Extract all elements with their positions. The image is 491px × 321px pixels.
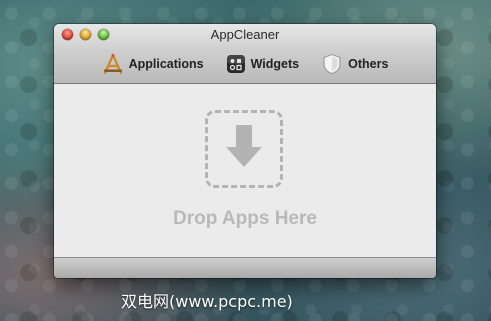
others-button[interactable]: Others — [321, 53, 388, 75]
widgets-label: Widgets — [250, 57, 300, 71]
toolbar: Applications Widgets Others — [54, 48, 436, 80]
status-bar — [54, 257, 436, 278]
window-title: AppCleaner — [210, 27, 280, 42]
title-bar[interactable]: AppCleaner Applications Widgets Others — [54, 24, 436, 84]
applications-label: Applications — [128, 57, 204, 71]
widgets-button[interactable]: Widgets — [226, 54, 300, 74]
drop-target-box[interactable] — [205, 110, 283, 188]
applications-icon — [102, 53, 124, 75]
drop-hint-text: Drop Apps Here — [173, 208, 317, 229]
applications-button[interactable]: Applications — [102, 53, 204, 75]
others-label: Others — [348, 57, 389, 71]
drop-area[interactable]: Drop Apps Here — [54, 84, 436, 258]
others-icon — [321, 53, 343, 75]
appcleaner-window: AppCleaner Applications Widgets Others D… — [54, 24, 436, 278]
widgets-icon — [226, 54, 246, 74]
watermark-text: 双电网(www.pcpc.me) — [121, 292, 293, 311]
